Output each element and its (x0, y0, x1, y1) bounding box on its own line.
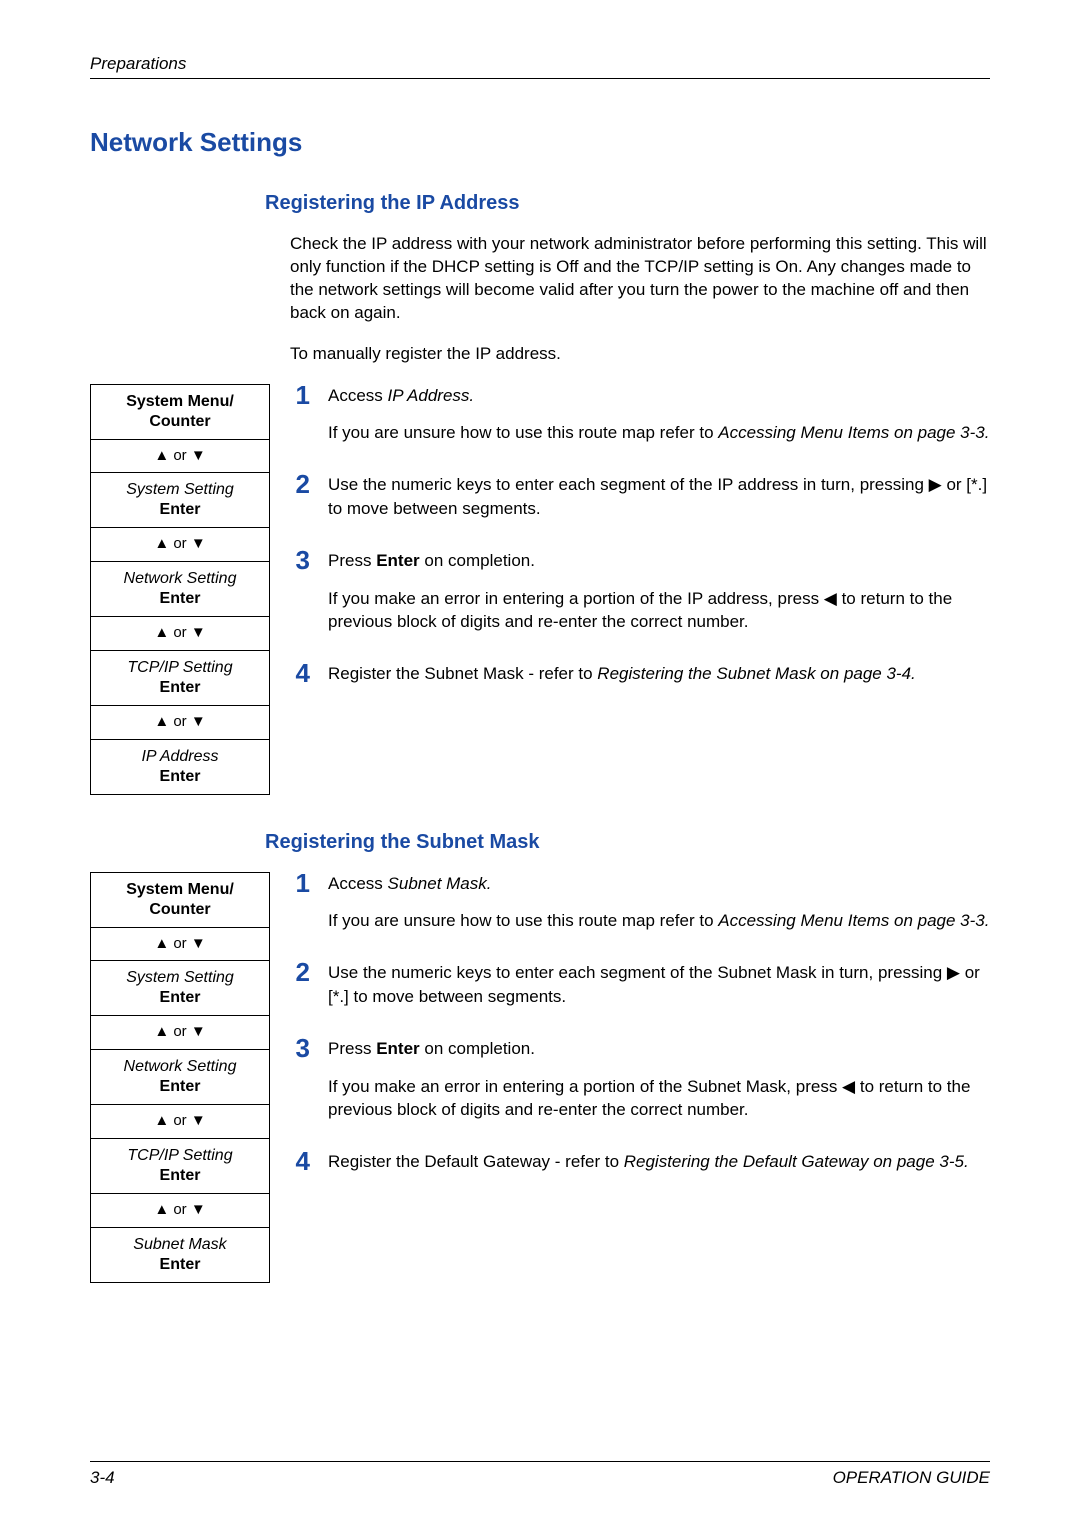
step-number: 1 (290, 382, 310, 408)
step-item: 1 Access Subnet Mask. If you are unsure … (290, 872, 990, 948)
page-number: 3-4 (90, 1468, 115, 1488)
route-map-item: System Setting Enter (91, 473, 269, 528)
route-map-enter: Enter (95, 1166, 265, 1186)
header-rule (90, 78, 990, 79)
guide-label: OPERATION GUIDE (833, 1468, 990, 1488)
step-text: Register the Subnet Mask - refer to Regi… (328, 662, 916, 686)
step-text: If you make an error in entering a porti… (328, 587, 990, 635)
intro-paragraph: To manually register the IP address. (290, 343, 990, 366)
route-map-enter: Enter (95, 589, 265, 609)
route-map-enter: Enter (95, 767, 265, 787)
route-map-title-line1: System Menu/ (126, 393, 234, 410)
route-map-item: IP Address Enter (91, 740, 269, 794)
step-item: 3 Press Enter on completion. If you make… (290, 549, 990, 648)
route-map-nav: ▲ or ▼ (91, 617, 269, 651)
route-map-enter: Enter (95, 1255, 265, 1275)
route-map-nav: ▲ or ▼ (91, 706, 269, 740)
step-text: If you are unsure how to use this route … (328, 421, 989, 445)
step-text: Access IP Address. (328, 384, 989, 408)
step-text: Press Enter on completion. (328, 1037, 990, 1061)
route-map-item-label: TCP/IP Setting (95, 1146, 265, 1166)
route-map-enter: Enter (95, 988, 265, 1008)
step-text: If you make an error in entering a porti… (328, 1075, 990, 1123)
route-map-nav: ▲ or ▼ (91, 1105, 269, 1139)
step-text: Use the numeric keys to enter each segme… (328, 473, 990, 521)
route-map-item: Network Setting Enter (91, 1050, 269, 1105)
page-footer: 3-4 OPERATION GUIDE (90, 1461, 990, 1488)
route-map-item-label: Network Setting (95, 1057, 265, 1077)
step-text: Access Subnet Mask. (328, 872, 989, 896)
route-map-item-label: Subnet Mask (95, 1235, 265, 1255)
step-number: 1 (290, 870, 310, 896)
step-item: 2 Use the numeric keys to enter each seg… (290, 961, 990, 1023)
route-map-nav: ▲ or ▼ (91, 928, 269, 962)
route-map-item: Network Setting Enter (91, 562, 269, 617)
step-text: Press Enter on completion. (328, 549, 990, 573)
step-number: 2 (290, 959, 310, 985)
route-map-title: System Menu/ Counter (91, 873, 269, 928)
section-heading-ip: Registering the IP Address (265, 192, 990, 215)
step-item: 3 Press Enter on completion. If you make… (290, 1037, 990, 1136)
step-item: 1 Access IP Address. If you are unsure h… (290, 384, 990, 460)
route-map-title: System Menu/ Counter (91, 385, 269, 440)
route-map-nav: ▲ or ▼ (91, 528, 269, 562)
route-map-title-line2: Counter (149, 413, 210, 430)
route-map-title-line2: Counter (149, 901, 210, 918)
route-map-item: TCP/IP Setting Enter (91, 651, 269, 706)
step-number: 4 (290, 1148, 310, 1174)
route-map-nav: ▲ or ▼ (91, 1194, 269, 1228)
steps-ip: 1 Access IP Address. If you are unsure h… (290, 384, 990, 714)
step-text: Register the Default Gateway - refer to … (328, 1150, 969, 1174)
route-map-item-label: TCP/IP Setting (95, 658, 265, 678)
step-item: 4 Register the Subnet Mask - refer to Re… (290, 662, 990, 700)
route-map-enter: Enter (95, 678, 265, 698)
step-text: If you are unsure how to use this route … (328, 909, 989, 933)
route-map-nav: ▲ or ▼ (91, 1016, 269, 1050)
step-number: 4 (290, 660, 310, 686)
route-map-item: System Setting Enter (91, 961, 269, 1016)
route-map-item-label: IP Address (95, 747, 265, 767)
step-number: 3 (290, 547, 310, 573)
route-map-item-label: System Setting (95, 968, 265, 988)
route-map-item-label: System Setting (95, 480, 265, 500)
step-item: 2 Use the numeric keys to enter each seg… (290, 473, 990, 535)
step-number: 2 (290, 471, 310, 497)
steps-subnet: 1 Access Subnet Mask. If you are unsure … (290, 872, 990, 1202)
page-title: Network Settings (90, 127, 990, 158)
route-map-enter: Enter (95, 500, 265, 520)
route-map-subnet: System Menu/ Counter ▲ or ▼ System Setti… (90, 872, 270, 1283)
route-map-item-label: Network Setting (95, 569, 265, 589)
step-text: Use the numeric keys to enter each segme… (328, 961, 990, 1009)
section-heading-subnet: Registering the Subnet Mask (265, 831, 990, 854)
route-map-nav: ▲ or ▼ (91, 440, 269, 474)
route-map-item: TCP/IP Setting Enter (91, 1139, 269, 1194)
route-map-item: Subnet Mask Enter (91, 1228, 269, 1282)
route-map-enter: Enter (95, 1077, 265, 1097)
route-map-ip: System Menu/ Counter ▲ or ▼ System Setti… (90, 384, 270, 795)
intro-paragraph: Check the IP address with your network a… (290, 233, 990, 325)
step-item: 4 Register the Default Gateway - refer t… (290, 1150, 990, 1188)
route-map-title-line1: System Menu/ (126, 881, 234, 898)
step-number: 3 (290, 1035, 310, 1061)
chapter-header: Preparations (90, 54, 990, 74)
